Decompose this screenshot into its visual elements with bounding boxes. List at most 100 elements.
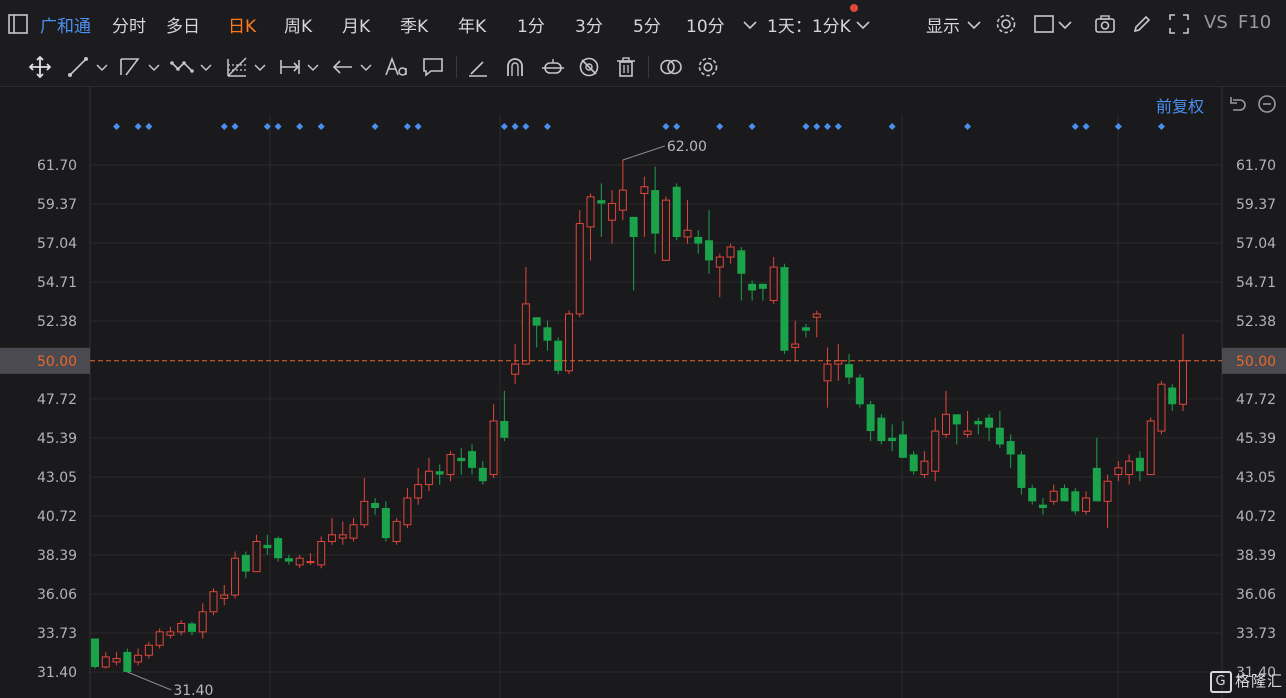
candle-body — [888, 437, 897, 442]
chevron-down-icon[interactable] — [1054, 14, 1076, 36]
magnet-icon[interactable] — [503, 55, 527, 79]
chevron-down-icon[interactable] — [194, 55, 218, 79]
fibonacci-tool-icon[interactable] — [225, 55, 249, 79]
candle-body — [198, 611, 207, 633]
chevron-down-icon[interactable] — [739, 14, 761, 36]
chevron-down-icon[interactable] — [248, 55, 272, 79]
event-marker — [1157, 123, 1165, 130]
arrow-tool-icon[interactable] — [331, 55, 355, 79]
chevron-down-icon[interactable] — [852, 14, 874, 36]
candle — [855, 374, 864, 408]
candle — [705, 210, 714, 274]
sidebar-toggle-icon[interactable] — [7, 13, 29, 35]
drawing-settings-gear-icon[interactable] — [696, 55, 720, 79]
range-selector[interactable]: 1天：1分K — [767, 12, 851, 37]
gear-icon[interactable] — [995, 13, 1017, 35]
tab-weekly-k[interactable]: 周K — [284, 12, 312, 37]
candle — [1028, 484, 1037, 505]
line-tool-icon[interactable] — [66, 55, 90, 79]
watermark: G 格隆汇 — [1210, 670, 1283, 693]
candle-body — [823, 363, 832, 382]
price-tick-label: 57.04 — [37, 236, 77, 252]
price-tick-label: 59.37 — [1236, 197, 1276, 213]
comment-icon[interactable] — [421, 55, 445, 79]
event-marker — [888, 123, 896, 130]
chevron-down-icon[interactable] — [90, 55, 114, 79]
price-tick-label: 52.38 — [37, 314, 77, 330]
display-menu[interactable]: 显示 — [926, 12, 960, 37]
candle — [1006, 434, 1015, 468]
candle-body — [414, 484, 423, 499]
price-tick-label: 43.05 — [37, 470, 77, 486]
lock-drawing-icon[interactable] — [541, 55, 565, 79]
candle — [424, 457, 433, 492]
candle-body — [274, 538, 283, 559]
tab-intraday[interactable]: 分时 — [112, 12, 146, 37]
candle-body — [543, 327, 552, 341]
candle — [898, 421, 907, 458]
range-tool-icon[interactable] — [278, 55, 302, 79]
zoom-out-icon[interactable] — [1257, 94, 1277, 114]
move-icon[interactable] — [28, 55, 52, 79]
candle — [101, 651, 110, 669]
candle-body — [91, 638, 99, 667]
tab-3-min[interactable]: 3分 — [575, 12, 603, 37]
tab-quarterly-k[interactable]: 季K — [400, 12, 428, 37]
channel-tool-icon[interactable] — [118, 55, 142, 79]
candle — [715, 253, 724, 298]
stock-name[interactable]: 广和通 — [40, 12, 91, 37]
eraser-icon[interactable] — [466, 55, 490, 79]
event-marker — [543, 123, 551, 130]
candlestick-chart[interactable]: 61.70 59.37 57.04 54.71 52.38 50.00 47.72 45.39… — [0, 86, 1286, 698]
vs-button[interactable]: VS — [1204, 12, 1228, 33]
event-marker — [500, 123, 508, 130]
tab-multi-day[interactable]: 多日 — [166, 12, 200, 37]
event-marker — [1114, 123, 1122, 130]
candle-body — [1114, 467, 1123, 476]
event-marker — [113, 123, 121, 130]
tab-1-min[interactable]: 1分 — [517, 12, 545, 37]
tab-daily-k[interactable]: 日K — [228, 12, 256, 37]
candle-body — [801, 327, 810, 331]
candle-body — [748, 283, 757, 291]
candle-body — [952, 414, 961, 425]
chevron-down-icon[interactable] — [963, 14, 985, 36]
layout-icon[interactable] — [1033, 13, 1055, 35]
fullscreen-icon[interactable] — [1168, 13, 1190, 35]
trash-icon[interactable] — [614, 55, 638, 79]
chevron-down-icon[interactable] — [301, 55, 325, 79]
candle — [112, 651, 121, 666]
candle — [866, 400, 875, 442]
candle — [532, 317, 541, 348]
candle-body — [845, 364, 854, 378]
candle-body — [338, 534, 347, 539]
candle-body — [963, 430, 972, 435]
chevron-down-icon[interactable] — [142, 55, 166, 79]
candle — [845, 354, 854, 385]
hide-drawings-icon[interactable] — [577, 55, 601, 79]
candle-body — [586, 196, 595, 228]
toolbar-divider — [456, 56, 457, 78]
candle-body — [1028, 487, 1037, 502]
undo-icon[interactable] — [1228, 94, 1248, 114]
candle — [155, 628, 164, 649]
candle-body — [306, 561, 315, 564]
event-marker — [371, 123, 379, 130]
tab-5-min[interactable]: 5分 — [633, 12, 661, 37]
candle — [995, 410, 1004, 448]
adjust-mode-button[interactable]: 前复权 — [1156, 93, 1204, 117]
tab-monthly-k[interactable]: 月K — [342, 12, 370, 37]
text-tool-icon[interactable] — [384, 55, 408, 79]
tab-10-min[interactable]: 10分 — [686, 12, 725, 37]
tab-yearly-k[interactable]: 年K — [458, 12, 486, 37]
pencil-icon[interactable] — [1131, 13, 1153, 35]
candle-body — [1049, 490, 1058, 502]
f10-button[interactable]: F10 — [1238, 12, 1271, 33]
candle — [801, 323, 810, 338]
chevron-down-icon[interactable] — [354, 55, 378, 79]
camera-icon[interactable] — [1094, 13, 1116, 35]
wave-tool-icon[interactable] — [170, 55, 194, 79]
compare-icon[interactable] — [659, 55, 683, 79]
candle-body — [1082, 497, 1091, 512]
event-markers — [113, 123, 1165, 130]
